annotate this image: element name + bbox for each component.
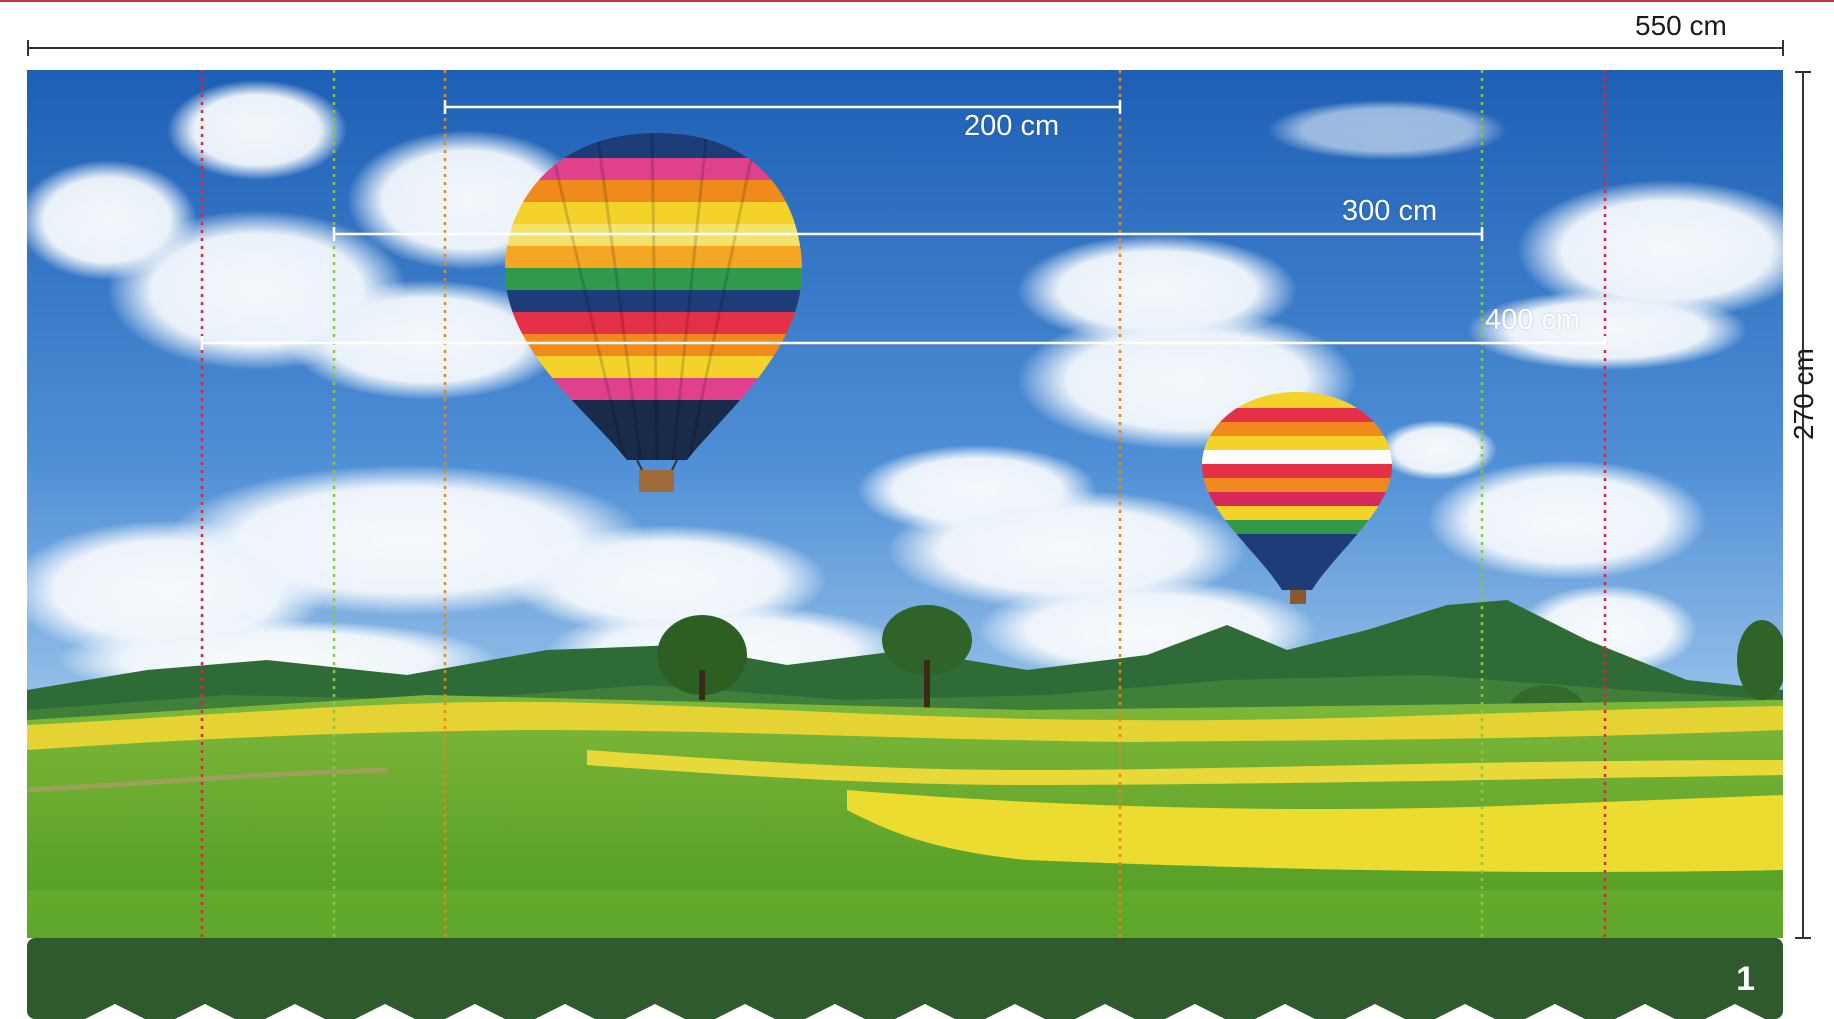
width-dimension-label: 550 cm — [1635, 10, 1727, 41]
height-dimension-label: 270 cm — [1788, 348, 1819, 440]
measure-label-400: 400 cm — [1485, 304, 1581, 336]
panel-number-band: 1 — [27, 938, 1783, 1019]
height-dimension-line — [1795, 71, 1811, 939]
wallpaper-photo — [27, 70, 1783, 938]
measure-label-300: 300 cm — [1342, 195, 1438, 227]
panel-number: 1 — [1736, 960, 1755, 998]
measure-label-200: 200 cm — [964, 110, 1060, 142]
width-dimension-line — [27, 40, 1784, 56]
